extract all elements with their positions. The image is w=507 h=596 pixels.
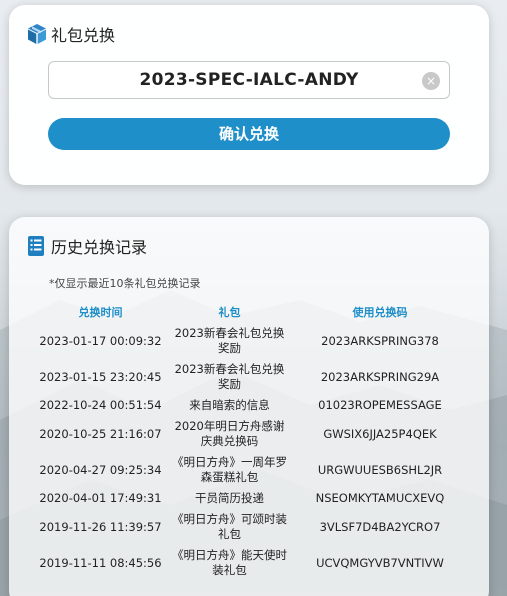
confirm-redeem-button[interactable]: 确认兑换: [48, 118, 450, 150]
table-row: 2019-11-11 08:45:56 《明日方舟》能天使时装礼包 UCVQMG…: [29, 545, 473, 581]
row-time: 2023-01-15 23:20:45: [39, 369, 162, 384]
column-header-gift: 礼包: [218, 306, 241, 319]
row-time: 2023-01-17 00:09:32: [39, 333, 162, 348]
row-code: 2023ARKSPRING29A: [320, 369, 440, 384]
table-row: 2020-10-25 21:16:07 2020年明日方舟感谢庆典兑换码 GWS…: [29, 416, 473, 452]
redeem-code-field[interactable]: ×: [48, 61, 450, 99]
history-table: 兑换时间 礼包 使用兑换码 2023-01-17 00:09:32 2023新春…: [29, 301, 473, 581]
row-time: 2020-04-27 09:25:34: [39, 462, 162, 477]
history-card: 历史兑换记录 *仅显示最近10条礼包兑换记录 兑换时间 礼包 使用兑换码 202…: [9, 217, 489, 596]
row-gift: 《明日方舟》可颂时装礼包: [172, 512, 287, 541]
box-icon: [27, 23, 47, 45]
row-time: 2020-10-25 21:16:07: [39, 426, 162, 441]
table-row: 2023-01-15 23:20:45 2023新春会礼包兑换奖励 2023AR…: [29, 359, 473, 395]
redeem-code-input[interactable]: [49, 62, 449, 98]
row-code: URGWUUESB6SHL2JR: [317, 462, 443, 477]
table-row: 2020-04-27 09:25:34 《明日方舟》一周年罗森蛋糕礼包 URGW…: [29, 452, 473, 488]
receipt-icon: [27, 235, 47, 257]
redeem-card: 礼包兑换 × 确认兑换: [9, 5, 489, 185]
row-gift: 来自暗索的信息: [189, 398, 270, 412]
table-header-row: 兑换时间 礼包 使用兑换码: [29, 301, 473, 323]
row-gift: 《明日方舟》一周年罗森蛋糕礼包: [172, 455, 287, 484]
row-gift: 2020年明日方舟感谢庆典兑换码: [174, 419, 285, 448]
table-row: 2020-04-01 17:49:31 干员简历投递 NSEOMKYTAMUCX…: [29, 488, 473, 509]
row-code: 3VLSF7D4BA2YCRO7: [319, 519, 441, 534]
row-time: 2019-11-26 11:39:57: [39, 519, 162, 534]
history-header: 历史兑换记录: [27, 234, 147, 258]
row-code: NSEOMKYTAMUCXEVQ: [315, 491, 445, 505]
row-gift: 2023新春会礼包兑换奖励: [174, 326, 285, 355]
row-time: 2020-04-01 17:49:31: [39, 491, 162, 505]
row-code: UCVQMGYVB7VNTIVW: [316, 555, 444, 570]
row-time: 2019-11-11 08:45:56: [39, 555, 162, 570]
clear-icon[interactable]: ×: [422, 72, 440, 90]
history-note: *仅显示最近10条礼包兑换记录: [49, 277, 201, 290]
column-header-time: 兑换时间: [78, 306, 123, 319]
column-header-code: 使用兑换码: [352, 306, 408, 319]
row-gift: 《明日方舟》能天使时装礼包: [172, 548, 287, 577]
row-code: 01023ROPEMESSAGE: [318, 398, 442, 412]
redeem-header: 礼包兑换: [27, 22, 115, 46]
table-row: 2023-01-17 00:09:32 2023新春会礼包兑换奖励 2023AR…: [29, 323, 473, 359]
row-time: 2022-10-24 00:51:54: [39, 398, 162, 412]
row-code: 2023ARKSPRING378: [321, 333, 439, 348]
history-title: 历史兑换记录: [51, 238, 148, 257]
row-gift: 干员简历投递: [195, 491, 264, 505]
row-code: GWSIX6JJA25P4QEK: [323, 426, 437, 441]
table-row: 2022-10-24 00:51:54 来自暗索的信息 01023ROPEMES…: [29, 395, 473, 416]
row-gift: 2023新春会礼包兑换奖励: [174, 362, 285, 391]
redeem-title: 礼包兑换: [51, 26, 116, 45]
table-row: 2019-11-26 11:39:57 《明日方舟》可颂时装礼包 3VLSF7D…: [29, 509, 473, 545]
